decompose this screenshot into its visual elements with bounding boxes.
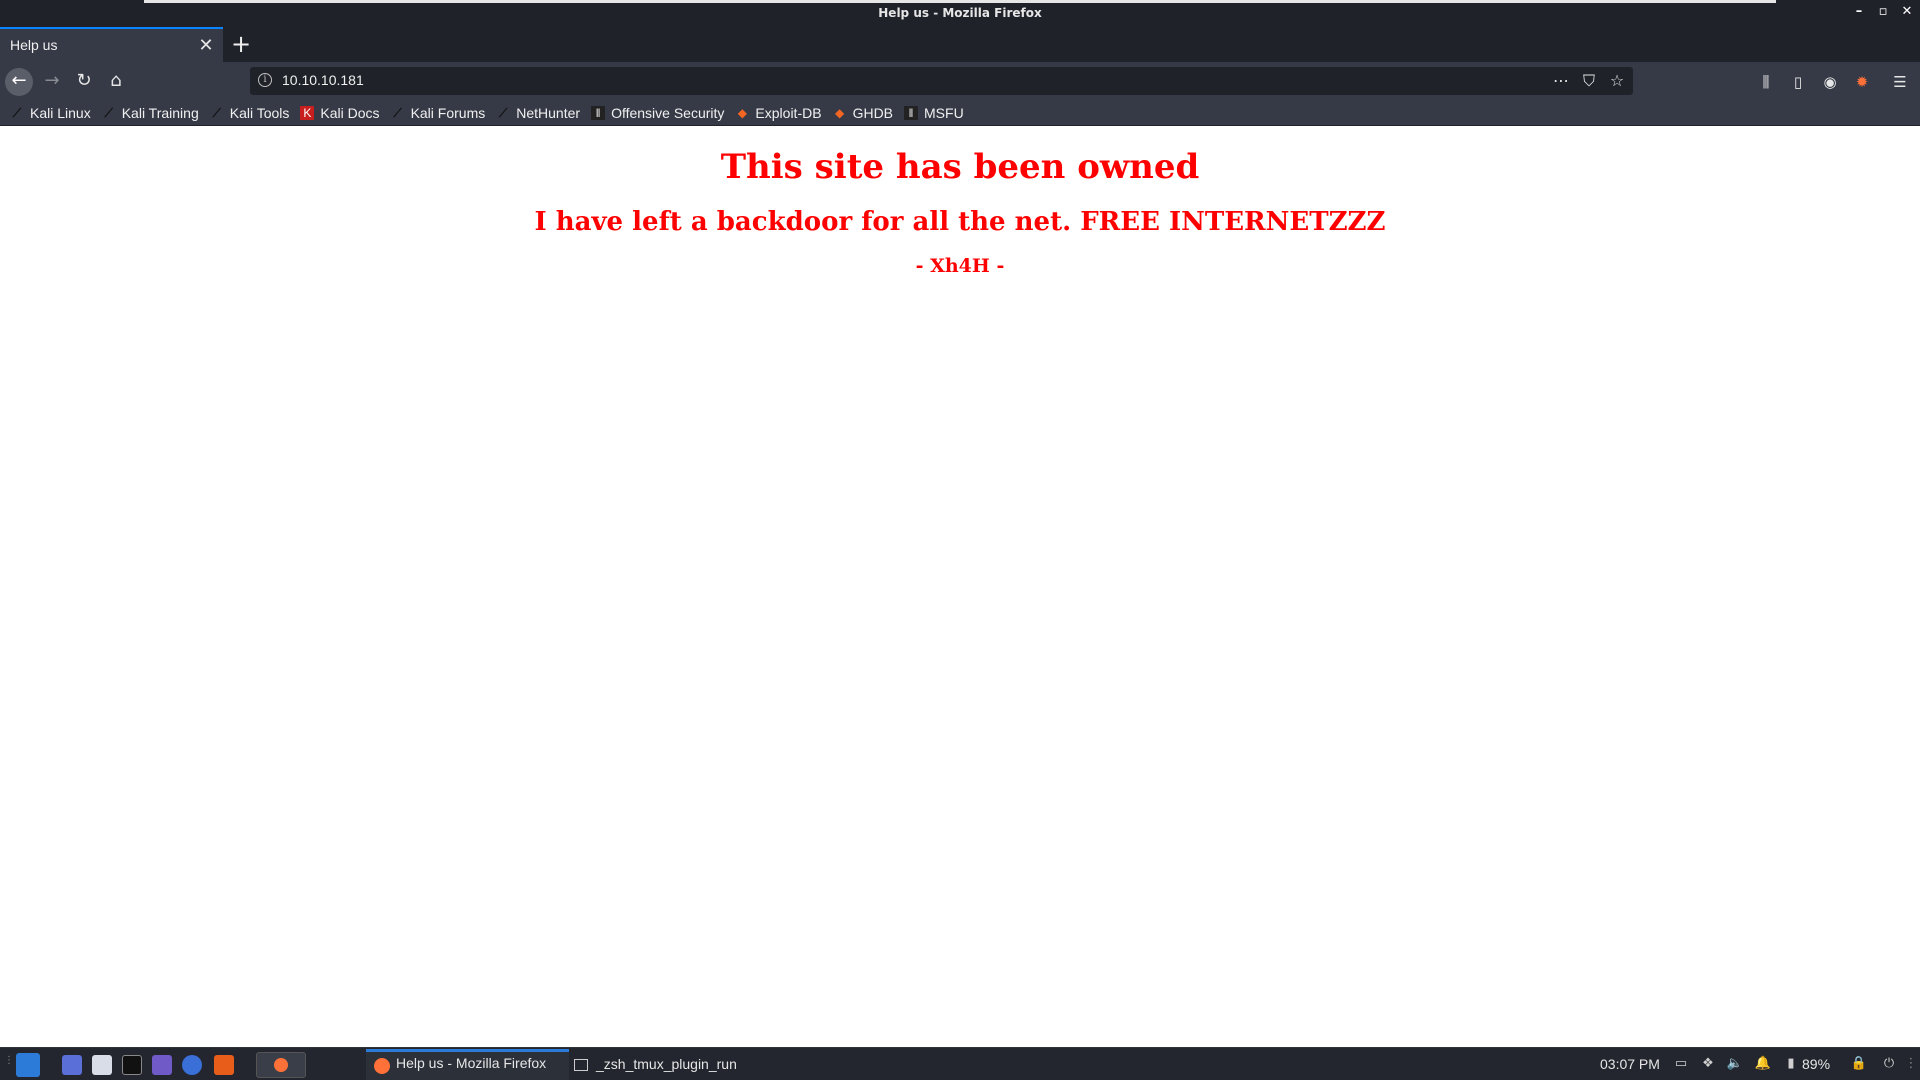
screenshot-icon[interactable] <box>152 1055 172 1075</box>
bookmark-label: GHDB <box>852 104 894 121</box>
kali-dragon-icon: ⟋ <box>104 105 113 120</box>
dropbox-icon[interactable]: ❖ <box>1699 1056 1717 1071</box>
bookmark-kali-tools[interactable]: ⟋ Kali Tools <box>210 105 290 121</box>
task-firefox[interactable]: Help us - Mozilla Firefox <box>366 1049 569 1080</box>
power-icon[interactable]: ⏻ <box>1880 1056 1898 1071</box>
battery-percent: 89% <box>1802 1056 1831 1072</box>
page-heading: This site has been owned <box>720 147 1200 187</box>
taskbar: ⋮ Help us - Mozilla Firefox _zsh_tmux_pl… <box>0 1047 1920 1080</box>
back-button[interactable]: ← <box>5 68 33 96</box>
task-terminal[interactable]: _zsh_tmux_plugin_run <box>574 1052 737 1076</box>
offsec-icon: ‖ <box>904 105 919 120</box>
bookmark-label: Kali Tools <box>229 104 290 121</box>
bookmark-msfu[interactable]: ‖ MSFU <box>904 105 964 121</box>
window-title: Help us - Mozilla Firefox <box>878 6 1042 20</box>
exploit-db-icon: ◆ <box>737 105 748 120</box>
site-info-icon[interactable]: i <box>258 73 272 87</box>
firefox-icon <box>274 1058 288 1072</box>
tab-help-us[interactable]: Help us ✕ <box>0 27 223 62</box>
panel-handle-icon: ⋮ <box>4 1055 14 1066</box>
kali-dragon-icon: ⟋ <box>212 105 221 120</box>
tab-label: Help us <box>10 37 58 53</box>
minimize-icon[interactable]: – <box>1852 4 1866 20</box>
kali-menu-icon[interactable] <box>16 1053 40 1077</box>
kali-dragon-icon: ⟋ <box>393 105 402 120</box>
task-label: _zsh_tmux_plugin_run <box>596 1056 737 1072</box>
bookmark-label: NetHunter <box>516 104 581 121</box>
terminal-icon <box>574 1059 588 1072</box>
kali-dragon-icon: ⟋ <box>12 105 22 120</box>
maximize-icon[interactable]: ▫ <box>1876 4 1890 20</box>
close-window-icon[interactable]: ✕ <box>1900 4 1914 20</box>
bookmark-nethunter[interactable]: ⟋ NetHunter <box>496 105 580 121</box>
page-content: This site has been owned I have left a b… <box>0 127 1920 1047</box>
home-button[interactable]: ⌂ <box>102 68 130 96</box>
bookmark-label: Kali Docs <box>320 104 380 121</box>
page-signature: - Xh4H - <box>915 255 1005 277</box>
library-icon[interactable]: ⫼ <box>1756 72 1776 92</box>
window-titlebar: Help us - Mozilla Firefox – ▫ ✕ <box>0 0 1920 27</box>
menu-icon[interactable]: ☰ <box>1890 72 1910 92</box>
bookmark-kali-training[interactable]: ⟋ Kali Training <box>102 105 199 121</box>
bookmark-offensive-security[interactable]: ‖ Offensive Security <box>591 105 724 121</box>
pocket-icon[interactable]: ⛉ <box>1579 71 1599 91</box>
bookmarks-toolbar: ⟋ Kali Linux ⟋ Kali Training ⟋ Kali Tools K… <box>0 100 1920 126</box>
sidebar-icon[interactable]: ▯ <box>1788 72 1808 92</box>
browser-launcher-icon[interactable] <box>182 1055 202 1075</box>
kali-docs-icon: K <box>300 105 315 120</box>
file-manager-icon[interactable] <box>92 1055 112 1075</box>
account-icon[interactable]: ◉ <box>1820 72 1840 92</box>
firefox-icon <box>374 1058 390 1074</box>
panel-handle-icon: ⋮ <box>1904 1056 1918 1071</box>
bookmark-label: Kali Forums <box>410 104 486 121</box>
close-tab-icon[interactable]: ✕ <box>197 35 215 56</box>
titlebar-accent <box>144 0 1776 3</box>
bookmark-ghdb[interactable]: ◆ GHDB <box>833 105 893 121</box>
bookmark-label: MSFU <box>924 104 964 121</box>
notification-bell-icon[interactable]: 🔔 <box>1754 1056 1772 1071</box>
forward-button[interactable]: → <box>38 68 66 96</box>
lock-icon[interactable]: 🔒 <box>1850 1056 1868 1071</box>
bookmark-kali-linux[interactable]: ⟋ Kali Linux <box>10 105 91 121</box>
battery-icon[interactable]: ▮ <box>1782 1056 1800 1071</box>
bookmark-kali-forums[interactable]: ⟋ Kali Forums <box>391 104 486 121</box>
bookmark-kali-docs[interactable]: K Kali Docs <box>300 104 380 121</box>
task-label: Help us - Mozilla Firefox <box>396 1055 547 1071</box>
address-bar[interactable]: i 10.10.10.181 ⋯ ⛉ ☆ <box>250 67 1633 95</box>
bookmark-exploit-db[interactable]: ◆ Exploit-DB <box>735 104 822 121</box>
extension-fox-icon[interactable]: ✹ <box>1852 72 1872 92</box>
burpsuite-icon[interactable] <box>214 1055 234 1075</box>
terminal-launcher-icon[interactable] <box>122 1055 142 1075</box>
clock[interactable]: 03:07 PM <box>1600 1052 1660 1076</box>
navigation-toolbar: ← → ↻ ⌂ i 10.10.10.181 ⋯ ⛉ ☆ ⫼ ▯ ◉ ✹ ☰ <box>0 62 1920 100</box>
offsec-icon: ‖ <box>591 105 606 120</box>
volume-icon[interactable]: 🔈 <box>1726 1056 1744 1071</box>
show-desktop-icon[interactable] <box>62 1055 82 1075</box>
url-text[interactable]: 10.10.10.181 <box>282 72 364 88</box>
bookmark-label: Offensive Security <box>611 104 725 121</box>
bookmark-star-icon[interactable]: ☆ <box>1607 71 1627 90</box>
bookmark-label: Kali Training <box>121 104 199 121</box>
bookmark-label: Kali Linux <box>30 104 91 121</box>
tab-strip: Help us ✕ + <box>0 27 1920 62</box>
display-icon[interactable]: ▭ <box>1672 1056 1690 1071</box>
kali-dragon-icon: ⟋ <box>499 105 508 120</box>
page-actions-icon[interactable]: ⋯ <box>1551 71 1571 90</box>
reload-button[interactable]: ↻ <box>70 68 98 96</box>
bookmark-label: Exploit-DB <box>755 104 822 121</box>
exploit-db-icon: ◆ <box>834 105 845 120</box>
new-tab-button[interactable]: + <box>230 30 252 58</box>
page-subheading: I have left a backdoor for all the net. … <box>534 207 1386 237</box>
